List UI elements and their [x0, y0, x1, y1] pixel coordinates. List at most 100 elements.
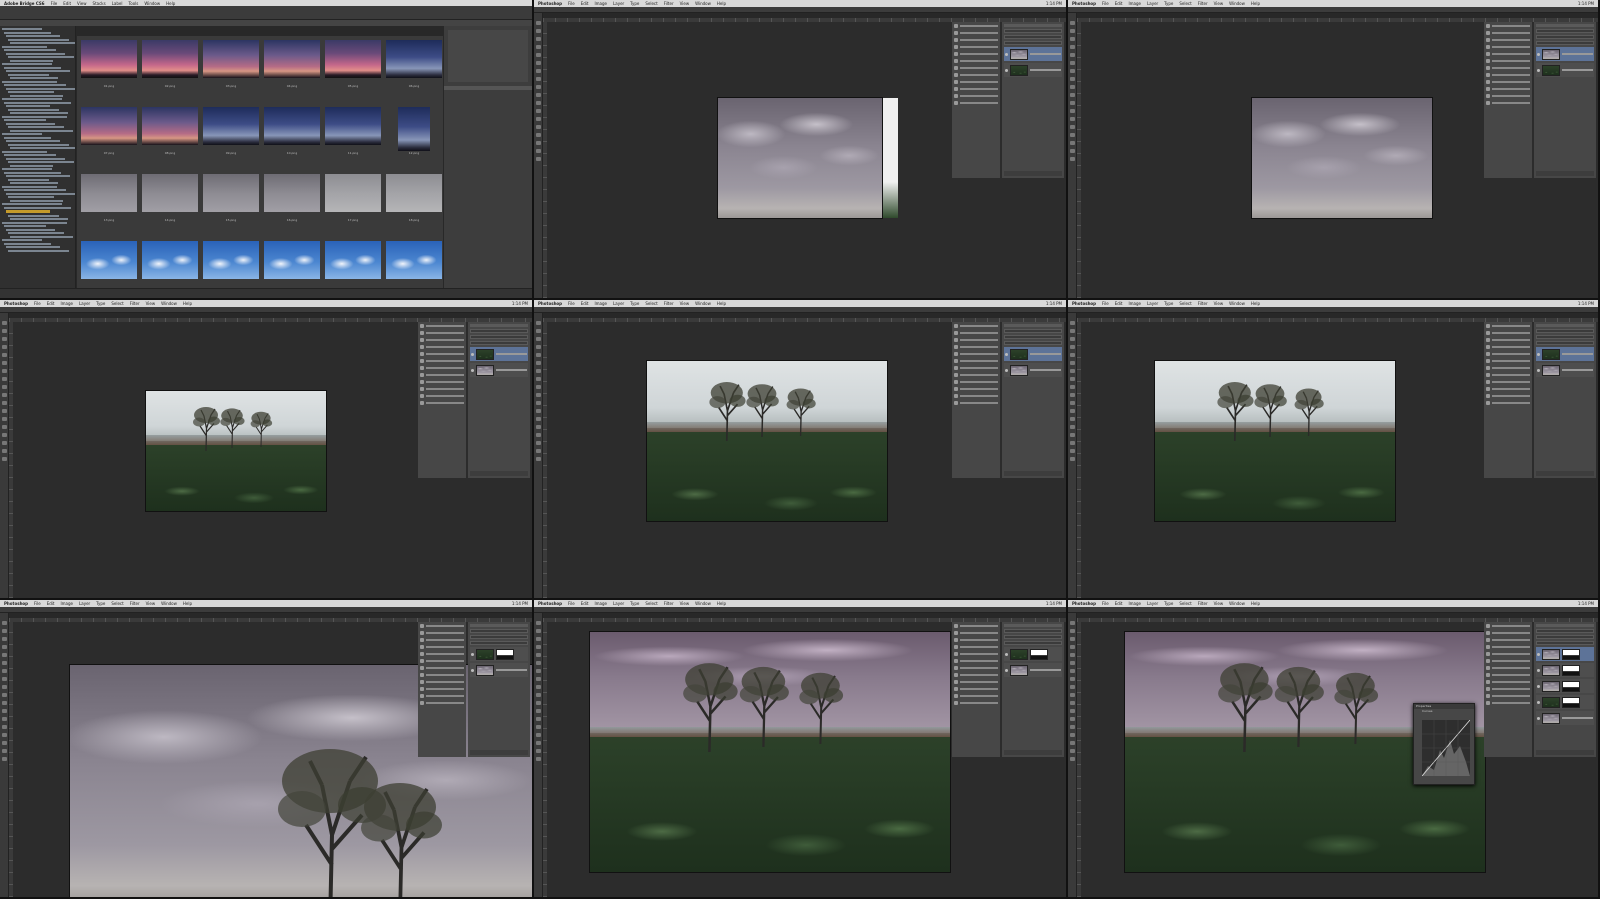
menu-select[interactable]: Select [1179, 301, 1191, 306]
eye-icon[interactable] [471, 352, 474, 356]
menu-image[interactable]: Image [60, 301, 73, 306]
folder-item[interactable] [2, 221, 67, 224]
folder-item[interactable] [2, 239, 42, 241]
tool-icon[interactable] [535, 37, 541, 41]
thumbnail-image[interactable] [142, 241, 198, 279]
thumbnail[interactable]: 06.png [384, 36, 444, 103]
menu-edit[interactable]: Edit [1115, 1, 1123, 6]
layers-footer[interactable] [1536, 471, 1594, 476]
menu-filter[interactable]: Filter [130, 301, 140, 306]
eye-icon[interactable] [1537, 368, 1540, 372]
menu-type[interactable]: Type [96, 301, 105, 306]
tool-icon[interactable] [535, 141, 541, 145]
menu-tools[interactable]: Tools [129, 1, 139, 6]
tool-icon[interactable] [1069, 337, 1075, 341]
menu-edit[interactable]: Edit [1115, 601, 1123, 606]
menu-file[interactable]: File [51, 1, 58, 6]
menu-image[interactable]: Image [1128, 301, 1141, 306]
thumbnail[interactable]: 15.png [201, 170, 261, 237]
thumbnail-image[interactable] [142, 174, 198, 212]
menu-layer[interactable]: Layer [613, 1, 624, 6]
tool-icon[interactable] [535, 725, 541, 729]
panel-shortcut[interactable] [1486, 673, 1530, 677]
tool-icon[interactable] [1069, 645, 1075, 649]
tool-icon[interactable] [535, 677, 541, 681]
eye-icon[interactable] [1537, 716, 1540, 720]
layer-control[interactable] [1004, 635, 1062, 639]
folder-item[interactable] [8, 143, 69, 146]
menu-type[interactable]: Type [1164, 301, 1173, 306]
folder-item[interactable] [4, 31, 51, 34]
folder-item[interactable] [6, 35, 60, 37]
thumbnail[interactable]: 05.png [323, 36, 383, 103]
tool-icon[interactable] [1, 757, 7, 761]
tool-icon[interactable] [535, 409, 541, 413]
menu-help[interactable]: Help [166, 1, 175, 6]
folder-item[interactable] [10, 218, 68, 220]
panel-shortcut[interactable] [1486, 687, 1530, 691]
layer-row[interactable] [1536, 711, 1594, 725]
thumbnail-image[interactable] [203, 174, 259, 212]
tool-icon[interactable] [1069, 709, 1075, 713]
tool-icon[interactable] [535, 425, 541, 429]
layers-tab[interactable] [1004, 624, 1062, 627]
curves-graph[interactable] [1422, 720, 1470, 776]
panel-shortcut[interactable] [954, 373, 998, 377]
thumbnail-image[interactable] [81, 107, 137, 145]
menu-layer[interactable]: Layer [79, 301, 90, 306]
panel-shortcut[interactable] [1486, 638, 1530, 642]
document-canvas[interactable] [146, 391, 326, 511]
options-bar[interactable] [534, 607, 1066, 613]
menu-window[interactable]: Window [695, 301, 711, 306]
tool-icon[interactable] [535, 85, 541, 89]
tool-icon[interactable] [1069, 85, 1075, 89]
thumbnail[interactable]: 18.png [384, 170, 444, 237]
tool-icon[interactable] [535, 101, 541, 105]
panel-shortcut[interactable] [954, 387, 998, 391]
tool-icon[interactable] [535, 733, 541, 737]
layer-thumbnail[interactable] [1010, 648, 1028, 660]
layer-control[interactable] [1536, 29, 1594, 33]
panel-shortcut[interactable] [954, 380, 998, 384]
folder-item[interactable] [4, 206, 71, 209]
eye-icon[interactable] [1005, 368, 1008, 372]
folder-item[interactable] [10, 164, 53, 167]
layer-control[interactable] [1536, 629, 1594, 633]
panel-shortcut[interactable] [1486, 387, 1530, 391]
tool-icon[interactable] [535, 685, 541, 689]
tool-icon[interactable] [1069, 157, 1075, 161]
menu-edit[interactable]: Edit [47, 301, 55, 306]
tool-icon[interactable] [1, 629, 7, 633]
menu-edit[interactable]: Edit [1115, 301, 1123, 306]
panel-shortcut[interactable] [954, 624, 998, 628]
menu-select[interactable]: Select [645, 601, 657, 606]
eye-icon[interactable] [1005, 352, 1008, 356]
tool-icon[interactable] [1, 741, 7, 745]
panel-shortcut[interactable] [420, 324, 464, 328]
tool-icon[interactable] [1, 337, 7, 341]
menu-view[interactable]: View [77, 1, 87, 6]
panel-shortcut[interactable] [954, 652, 998, 656]
panel-shortcut[interactable] [954, 394, 998, 398]
panel-shortcut[interactable] [1486, 631, 1530, 635]
layers-tab[interactable] [1536, 24, 1594, 27]
tool-icon[interactable] [535, 353, 541, 357]
thumbnail-image[interactable] [203, 241, 259, 279]
tool-icon[interactable] [1, 353, 7, 357]
tool-icon[interactable] [1, 701, 7, 705]
menu-help[interactable]: Help [1251, 301, 1260, 306]
menu-help[interactable]: Help [183, 601, 192, 606]
menu-image[interactable]: Image [60, 601, 73, 606]
menu-type[interactable]: Type [1164, 1, 1173, 6]
menu-edit[interactable]: Edit [63, 1, 71, 6]
layer-thumbnail[interactable] [1542, 48, 1560, 60]
menu-filter[interactable]: Filter [664, 301, 674, 306]
tool-icon[interactable] [1069, 757, 1075, 761]
tool-icon[interactable] [1, 621, 7, 625]
panel-shortcut[interactable] [1486, 694, 1530, 698]
menu-file[interactable]: File [568, 301, 575, 306]
menu-image[interactable]: Image [594, 301, 607, 306]
tool-icon[interactable] [1069, 653, 1075, 657]
tool-icon[interactable] [1069, 37, 1075, 41]
panel-shortcut[interactable] [1486, 45, 1530, 49]
